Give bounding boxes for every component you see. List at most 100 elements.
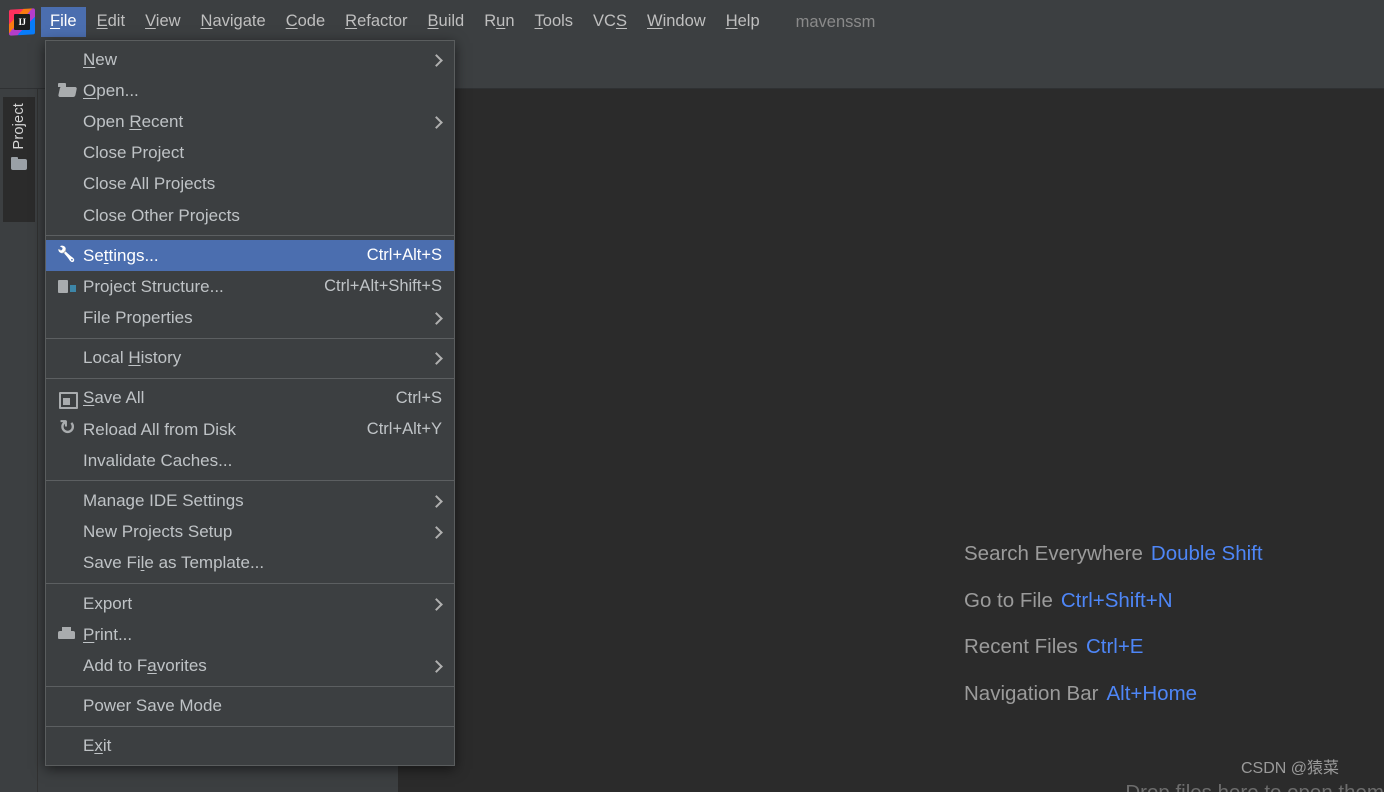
intellij-logo-text: IJ	[18, 17, 26, 27]
menu-file[interactable]: File	[41, 7, 86, 37]
menu-item-close-all-projects[interactable]: Close All Projects	[46, 169, 454, 200]
menu-item-icon-placeholder	[56, 522, 80, 542]
hint-shortcut-label: Alt+Home	[1106, 681, 1198, 705]
editor-shortcut-hints: Search Everywhere Double Shift Go to File C…	[964, 542, 1384, 730]
menu-item-label: New	[83, 49, 118, 69]
menu-item-label: Save File as Template...	[83, 553, 265, 573]
menu-item-export[interactable]: Export	[46, 588, 454, 619]
menu-window[interactable]: Window	[638, 7, 715, 37]
menu-navigate[interactable]: Navigate	[192, 7, 275, 37]
menu-item-label: New Projects Setup	[83, 522, 233, 542]
menu-item-close-project[interactable]: Close Project	[46, 138, 454, 169]
menu-item-label: Open Recent	[83, 111, 184, 131]
menu-item-close-other-projects[interactable]: Close Other Projects	[46, 200, 454, 231]
menu-item-add-to-favorites[interactable]: Add to Favorites	[46, 650, 454, 681]
menu-item-label: Local History	[83, 348, 182, 368]
hint-row-navigation-bar: Navigation Bar Alt+Home	[964, 681, 1384, 705]
menu-item-icon-placeholder	[56, 348, 80, 368]
menu-item-label: File Properties	[83, 308, 193, 328]
reload-icon	[56, 415, 80, 440]
menu-separator	[46, 583, 454, 584]
menu-item-icon-placeholder	[56, 656, 80, 676]
menu-item-icon-placeholder	[56, 50, 80, 70]
hint-row-search-everywhere: Search Everywhere Double Shift	[964, 542, 1384, 565]
menu-item-project-structure[interactable]: Project Structure... Ctrl+Alt+Shift+S	[46, 271, 454, 302]
menu-item-label: Close All Projects	[83, 174, 216, 194]
menu-item-shortcut: Ctrl+Alt+Y	[366, 420, 442, 439]
print-icon	[56, 625, 80, 645]
editor-empty-area: Search Everywhere Double Shift Go to File C…	[398, 89, 1384, 792]
window-project-name: mavenssm	[795, 12, 876, 31]
tool-window-button-project[interactable]: Project	[3, 97, 35, 222]
menu-item-label: Print...	[83, 624, 133, 644]
hint-shortcut-label: Ctrl+E	[1085, 635, 1144, 658]
menu-item-file-properties[interactable]: File Properties	[46, 303, 454, 334]
menu-item-label: Power Save Mode	[83, 696, 222, 716]
menu-item-shortcut: Ctrl+S	[395, 388, 442, 407]
menu-item-label: Settings...	[83, 245, 159, 265]
menu-vcs[interactable]: VCS	[584, 7, 636, 37]
menu-item-icon-placeholder	[56, 736, 80, 756]
menu-item-save-file-as-template[interactable]: Save File as Template...	[46, 548, 454, 579]
menu-item-icon-placeholder	[56, 553, 80, 573]
menu-separator	[46, 377, 454, 379]
menu-bar-items: File Edit View Navigate Code Refactor Build Run…	[40, 7, 770, 37]
menu-code[interactable]: Code	[277, 7, 334, 37]
menu-edit[interactable]: Edit	[88, 7, 134, 37]
menu-item-open-recent[interactable]: Open Recent	[46, 106, 454, 137]
menu-item-icon-placeholder	[56, 594, 80, 614]
menu-item-exit[interactable]: Exit	[46, 731, 454, 762]
menu-item-open[interactable]: Open...	[46, 75, 454, 106]
menu-item-icon-placeholder	[56, 112, 80, 132]
hint-action-label: Recent Files	[964, 635, 1078, 658]
menu-item-manage-ide-settings[interactable]: Manage IDE Settings	[46, 485, 454, 516]
menu-item-label: Add to Favorites	[83, 655, 207, 675]
menu-item-shortcut: Ctrl+Alt+S	[366, 246, 442, 265]
menu-separator	[46, 480, 454, 482]
menu-build[interactable]: Build	[419, 7, 474, 37]
menu-item-label: Exit	[83, 736, 112, 756]
menu-item-label: Manage IDE Settings	[83, 491, 244, 511]
menu-item-print[interactable]: Print...	[46, 619, 454, 650]
menu-item-power-save-mode[interactable]: Power Save Mode	[46, 691, 454, 722]
hint-action-label: Navigation Bar	[964, 681, 1099, 705]
open-folder-icon	[56, 81, 80, 101]
wrench-icon	[56, 246, 80, 266]
menu-run[interactable]: Run	[475, 7, 523, 37]
menu-item-icon-placeholder	[56, 143, 80, 163]
menu-separator	[46, 337, 454, 339]
save-icon	[56, 388, 80, 410]
menu-item-save-all[interactable]: Save All Ctrl+S	[46, 383, 454, 414]
menu-item-label: Save All	[83, 388, 145, 408]
menu-refactor[interactable]: Refactor	[336, 7, 416, 37]
hint-shortcut-label: Double Shift	[1150, 542, 1263, 565]
menu-item-label: Close Project	[83, 143, 185, 163]
menu-tools[interactable]: Tools	[526, 7, 583, 37]
menu-view[interactable]: View	[136, 7, 189, 37]
folder-icon	[11, 156, 27, 170]
file-dropdown-menu[interactable]: New Open... Open Recent Close Project Close …	[45, 40, 455, 766]
menu-item-new[interactable]: New	[46, 44, 454, 75]
menu-separator	[46, 235, 454, 237]
menu-item-reload-all-from-disk[interactable]: Reload All from Disk Ctrl+Alt+Y	[46, 414, 454, 445]
menu-item-invalidate-caches[interactable]: Invalidate Caches...	[46, 445, 454, 476]
menu-item-local-history[interactable]: Local History	[46, 343, 454, 374]
menu-item-icon-placeholder	[56, 491, 80, 511]
intellij-logo-icon: IJ	[9, 8, 35, 36]
menu-separator	[46, 685, 454, 687]
menu-item-new-projects-setup[interactable]: New Projects Setup	[46, 517, 454, 548]
menu-help[interactable]: Help	[717, 7, 769, 37]
hint-action-label: Go to File	[964, 588, 1053, 612]
hint-row-go-to-file: Go to File Ctrl+Shift+N	[964, 588, 1384, 612]
menu-item-settings[interactable]: Settings... Ctrl+Alt+S	[46, 240, 454, 272]
hint-action-label: Search Everywhere	[964, 542, 1143, 565]
menu-item-label: Project Structure...	[83, 276, 224, 296]
menu-item-icon-placeholder	[56, 696, 80, 716]
tool-window-button-project-label: Project	[11, 103, 27, 150]
ide-window: Search Everywhere Double Shift Go to File C…	[0, 0, 1384, 792]
menu-separator	[46, 725, 454, 727]
left-tool-stripe: Project	[0, 89, 38, 792]
menu-item-label: Close Other Projects	[83, 205, 240, 225]
menu-item-icon-placeholder	[56, 174, 80, 194]
menu-item-shortcut: Ctrl+Alt+Shift+S	[324, 277, 442, 296]
